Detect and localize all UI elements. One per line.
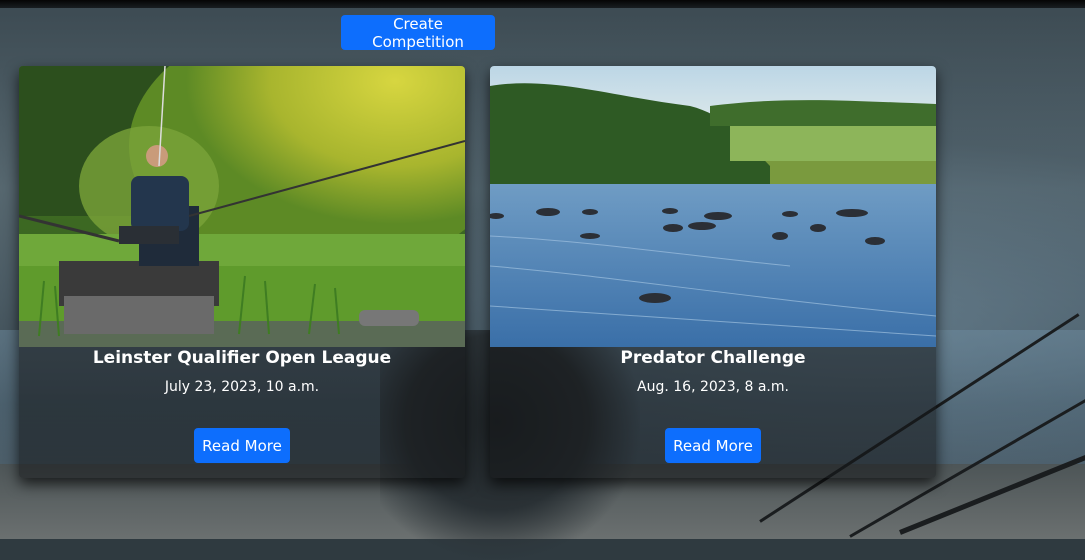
competition-card: Leinster Qualifier Open League July 23, … xyxy=(19,66,465,478)
competition-image xyxy=(19,66,465,347)
competition-title: Leinster Qualifier Open League xyxy=(92,348,392,368)
competition-date: July 23, 2023, 10 a.m. xyxy=(164,379,320,395)
competition-card: Predator Challenge Aug. 16, 2023, 8 a.m.… xyxy=(490,66,936,478)
competition-image xyxy=(490,66,936,347)
top-bar xyxy=(0,0,1085,8)
read-more-button[interactable]: Read More xyxy=(194,428,290,463)
read-more-button[interactable]: Read More xyxy=(665,428,761,463)
competition-date: Aug. 16, 2023, 8 a.m. xyxy=(637,379,789,395)
create-competition-button[interactable]: Create Competition xyxy=(341,15,495,51)
competition-title: Predator Challenge xyxy=(620,348,806,368)
